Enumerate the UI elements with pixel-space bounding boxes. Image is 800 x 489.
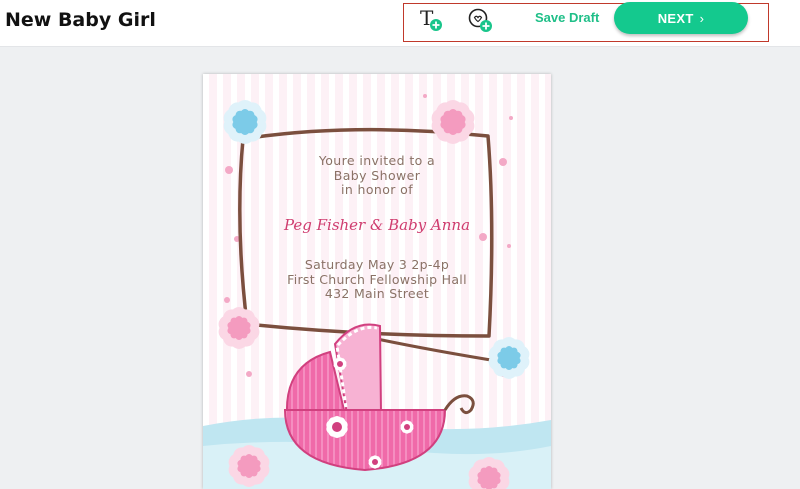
add-sticker-icon (468, 8, 492, 32)
top-toolbar: New Baby Girl T Save Draft NEXT › (0, 0, 800, 47)
venue-line: First Church Fellowship Hall (287, 271, 467, 287)
invitation-intro[interactable]: Youre invited to a Baby Shower in honor … (203, 153, 551, 198)
invited-line-1: Youre invited to a (318, 153, 436, 168)
honorees-text[interactable]: Peg Fisher & Baby Anna (203, 216, 551, 234)
date-time-line: Saturday May 3 2p-4p (304, 257, 450, 272)
event-details[interactable]: Saturday May 3 2p-4p First Church Fellow… (203, 257, 551, 302)
add-sticker-button[interactable] (465, 5, 495, 35)
invitation-card[interactable]: Youre invited to a Baby Shower in honor … (203, 74, 551, 489)
address-line: 432 Main Street (324, 286, 430, 301)
save-draft-button[interactable]: Save Draft (535, 10, 599, 25)
add-text-icon: T (420, 6, 442, 31)
chevron-right-icon: › (699, 10, 705, 26)
project-title: New Baby Girl (5, 9, 156, 31)
add-text-button[interactable]: T (416, 5, 446, 35)
invited-line-2: Baby Shower (333, 167, 421, 183)
invited-line-3: in honor of (340, 182, 414, 197)
next-button[interactable]: NEXT › (614, 2, 748, 34)
next-label: NEXT (657, 10, 694, 26)
